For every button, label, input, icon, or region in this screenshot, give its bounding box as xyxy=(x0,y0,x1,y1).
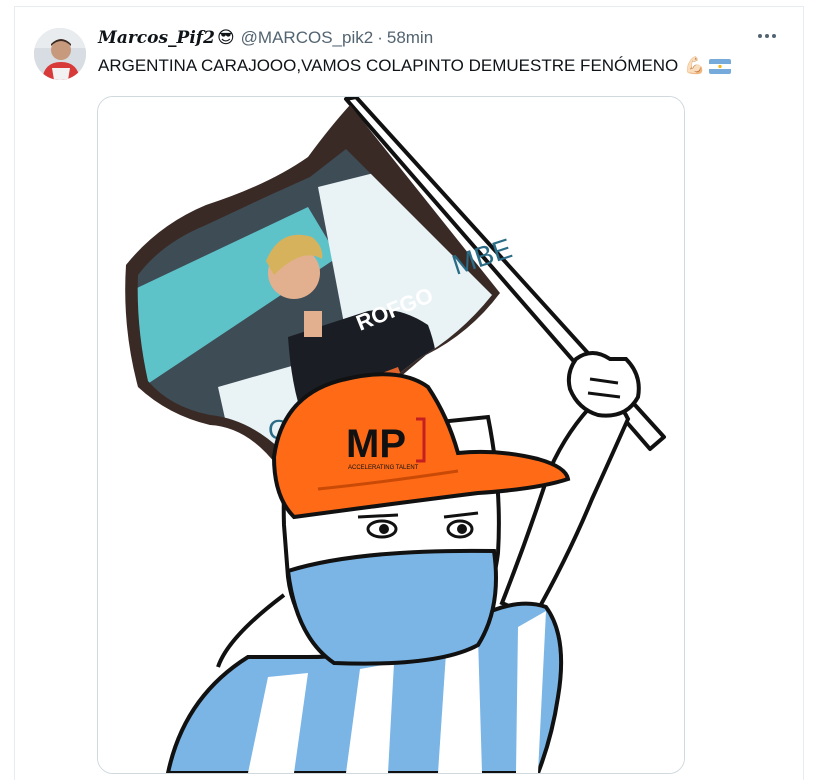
cap-logo-text: MP xyxy=(346,422,406,466)
flexed-biceps-emoji-icon: 💪🏻 xyxy=(684,56,706,75)
display-name[interactable]: Marcos_Pif2 xyxy=(98,28,215,48)
user-handle[interactable]: @MARCOS_pik2 xyxy=(241,28,374,48)
cap-tagline-text: ACCELERATING TALENT xyxy=(348,465,419,471)
tweet-media[interactable]: ROFGO MBE O MP ACCELERATING TALENT xyxy=(97,96,685,774)
avatar-image xyxy=(34,28,86,80)
meme-image: ROFGO MBE O MP ACCELERATING TALENT xyxy=(98,97,684,773)
sunglasses-emoji-icon: 😎 xyxy=(216,28,235,47)
more-options-button[interactable] xyxy=(752,24,782,48)
tweet-text: ARGENTINA CARAJOOO,VAMOS COLAPINTO DEMUE… xyxy=(98,56,732,76)
separator-dot: · xyxy=(377,28,383,47)
tweet-body: ARGENTINA CARAJOOO,VAMOS COLAPINTO DEMUE… xyxy=(98,56,679,75)
tweet-header: Marcos_Pif2 😎 @MARCOS_pik2 · 58min xyxy=(98,26,433,50)
argentina-flag-icon xyxy=(709,58,732,74)
avatar[interactable] xyxy=(34,28,86,80)
more-icon xyxy=(758,34,776,38)
timestamp[interactable]: 58min xyxy=(387,28,433,48)
